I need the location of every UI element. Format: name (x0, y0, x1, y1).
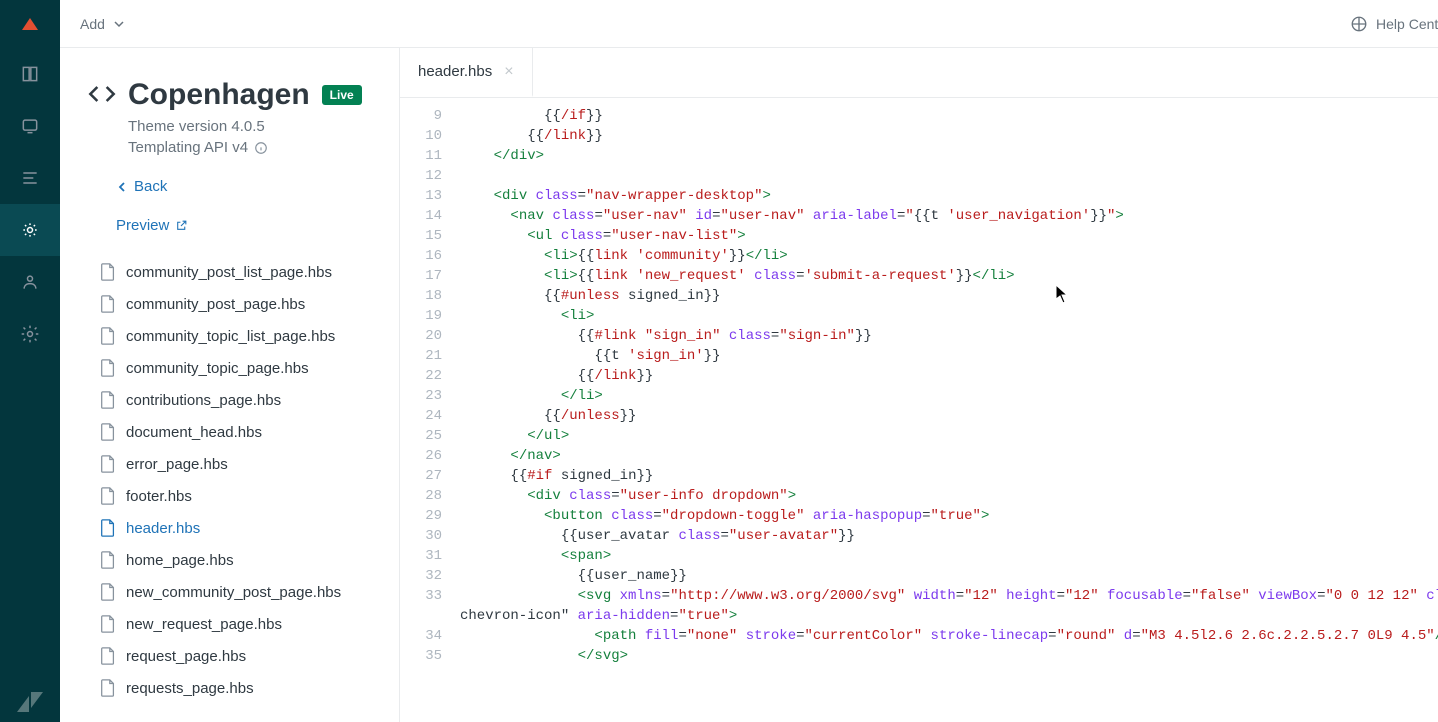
rail-item-arrange[interactable] (0, 152, 60, 204)
live-badge: Live (322, 85, 362, 105)
file-name: request_page.hbs (126, 648, 246, 665)
file-item[interactable]: community_post_list_page.hbs (76, 256, 399, 288)
editor-tabs: header.hbs × (400, 48, 1438, 98)
file-icon (100, 359, 116, 377)
file-item[interactable]: header.hbs (76, 512, 399, 544)
file-icon (100, 615, 116, 633)
help-icon (1350, 15, 1368, 33)
file-icon (100, 455, 116, 473)
file-name: community_post_list_page.hbs (126, 264, 332, 281)
help-centre-link[interactable]: Help Centre (1350, 15, 1438, 33)
theme-version: Theme version 4.0.5 (128, 118, 371, 135)
file-name: home_page.hbs (126, 552, 234, 569)
rail-item-settings[interactable] (0, 308, 60, 360)
file-icon (100, 327, 116, 345)
file-item[interactable]: error_page.hbs (76, 448, 399, 480)
editor-tab[interactable]: header.hbs × (400, 48, 533, 97)
tab-label: header.hbs (418, 63, 492, 80)
file-icon (100, 295, 116, 313)
file-item[interactable]: community_topic_page.hbs (76, 352, 399, 384)
file-name: community_topic_list_page.hbs (126, 328, 335, 345)
file-name: error_page.hbs (126, 456, 228, 473)
theme-api: Templating API v4 (128, 139, 371, 156)
file-icon (100, 679, 116, 697)
add-menu[interactable]: Add (80, 16, 125, 32)
file-name: contributions_page.hbs (126, 392, 281, 409)
file-name: community_topic_page.hbs (126, 360, 309, 377)
line-gutter: 9101112131415161718192021222324252627282… (400, 106, 456, 722)
file-icon (100, 423, 116, 441)
code-area[interactable]: 9101112131415161718192021222324252627282… (400, 98, 1438, 722)
preview-link[interactable]: Preview (116, 217, 371, 234)
file-name: requests_page.hbs (126, 680, 254, 697)
file-item[interactable]: document_head.hbs (76, 416, 399, 448)
help-centre-label: Help Centre (1376, 16, 1438, 32)
file-item[interactable]: contributions_page.hbs (76, 384, 399, 416)
rail-item-permissions[interactable] (0, 256, 60, 308)
back-link[interactable]: Back (116, 178, 371, 195)
file-icon (100, 519, 116, 537)
rail-zendesk-logo[interactable] (0, 692, 60, 712)
file-item[interactable]: footer.hbs (76, 480, 399, 512)
top-bar: Add Help Centre (60, 0, 1438, 48)
nav-rail (0, 0, 60, 722)
file-icon (100, 647, 116, 665)
chevron-down-icon (113, 18, 125, 30)
file-icon (100, 551, 116, 569)
file-item[interactable]: request_page.hbs (76, 640, 399, 672)
code-lines[interactable]: {{/if}} {{/link}} </div> <div class="nav… (456, 106, 1438, 722)
file-item[interactable]: community_post_page.hbs (76, 288, 399, 320)
external-link-icon (175, 219, 188, 232)
file-icon (100, 263, 116, 281)
add-label: Add (80, 16, 105, 32)
theme-title: Copenhagen (128, 78, 310, 112)
rail-item-guide[interactable] (0, 48, 60, 100)
file-name: document_head.hbs (126, 424, 262, 441)
file-list[interactable]: community_post_list_page.hbs community_po… (60, 256, 399, 722)
file-name: new_community_post_page.hbs (126, 584, 341, 601)
info-icon (254, 141, 268, 155)
close-icon[interactable]: × (504, 63, 513, 81)
code-editor: header.hbs × Publish 9101112131415161718… (400, 48, 1438, 722)
file-icon (100, 391, 116, 409)
file-item[interactable]: new_request_page.hbs (76, 608, 399, 640)
brand-logo[interactable] (0, 0, 60, 48)
chevron-left-icon (116, 181, 128, 193)
rail-item-customize[interactable] (0, 204, 60, 256)
file-name: new_request_page.hbs (126, 616, 282, 633)
file-name: community_post_page.hbs (126, 296, 305, 313)
file-item[interactable]: community_topic_list_page.hbs (76, 320, 399, 352)
file-icon (100, 487, 116, 505)
file-item[interactable]: home_page.hbs (76, 544, 399, 576)
rail-item-moderation[interactable] (0, 100, 60, 152)
file-name: header.hbs (126, 520, 200, 537)
theme-sidebar: Copenhagen Live Theme version 4.0.5 Temp… (60, 48, 400, 722)
file-item[interactable]: requests_page.hbs (76, 672, 399, 704)
file-name: footer.hbs (126, 488, 192, 505)
file-item[interactable]: new_community_post_page.hbs (76, 576, 399, 608)
code-icon (88, 80, 116, 111)
file-icon (100, 583, 116, 601)
